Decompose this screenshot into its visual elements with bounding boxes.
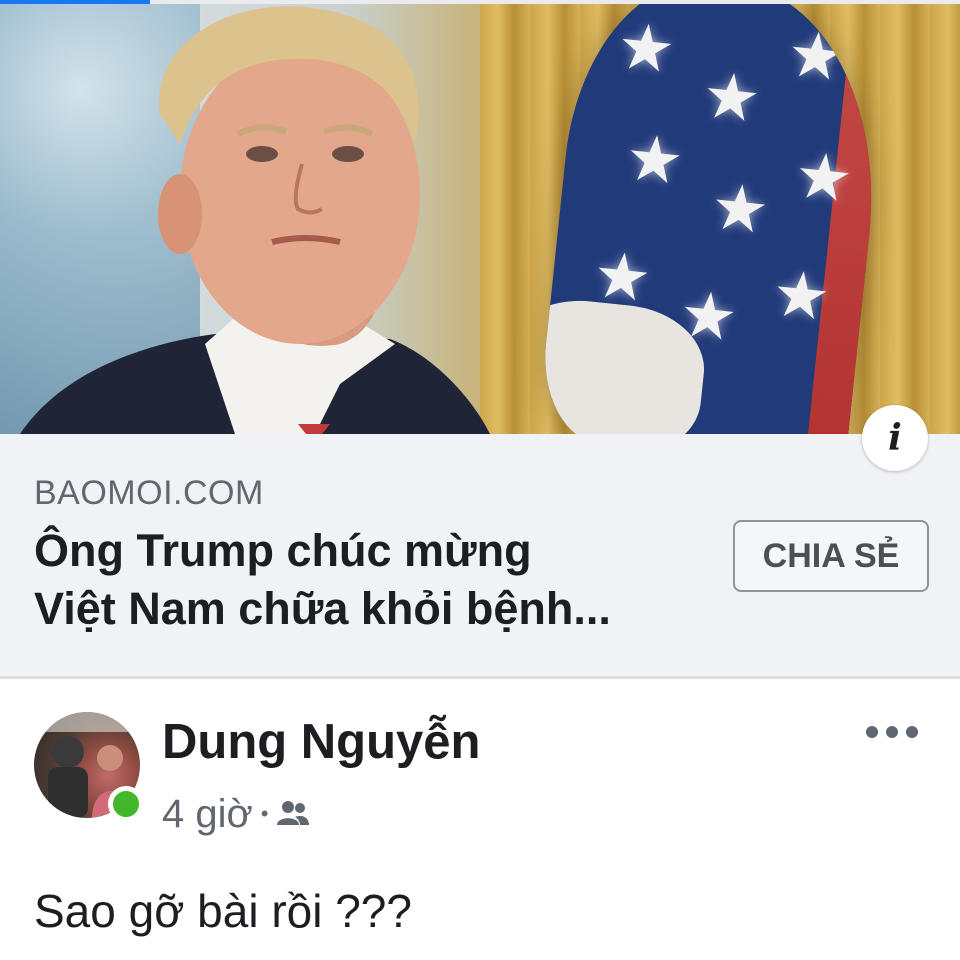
post-meta: 4 giờ • [162, 790, 310, 838]
meta-separator: • [260, 801, 269, 826]
info-icon[interactable]: i [862, 405, 928, 471]
author-avatar[interactable] [34, 712, 144, 822]
link-preview-card[interactable]: BAOMOI.COM Ông Trump chúc mừng Việt Nam … [0, 434, 960, 679]
link-preview-image[interactable]: ★ ★ ★ ★ ★ ★ ★ ★ ★ [0, 4, 960, 434]
online-status-indicator [108, 786, 144, 822]
link-domain: BAOMOI.COM [34, 474, 264, 512]
more-options-icon[interactable] [866, 718, 918, 746]
post-timestamp[interactable]: 4 giờ [162, 792, 253, 837]
author-name[interactable]: Dung Nguyễn [162, 714, 480, 770]
link-headline-line-1: Ông Trump chúc mừng [34, 525, 532, 576]
share-button[interactable]: CHIA SẺ [733, 520, 929, 592]
facebook-post-screen: ★ ★ ★ ★ ★ ★ ★ ★ ★ i BAOMOI.COM Ông Trump… [0, 0, 960, 960]
friends-icon[interactable] [276, 792, 310, 837]
post-text: Sao gỡ bài rồi ??? [34, 885, 412, 937]
link-headline-line-2: Việt Nam chữa khỏi bệnh... [34, 583, 611, 634]
link-headline[interactable]: Ông Trump chúc mừng Việt Nam chữa khỏi b… [34, 522, 714, 638]
person-portrait [20, 6, 490, 434]
